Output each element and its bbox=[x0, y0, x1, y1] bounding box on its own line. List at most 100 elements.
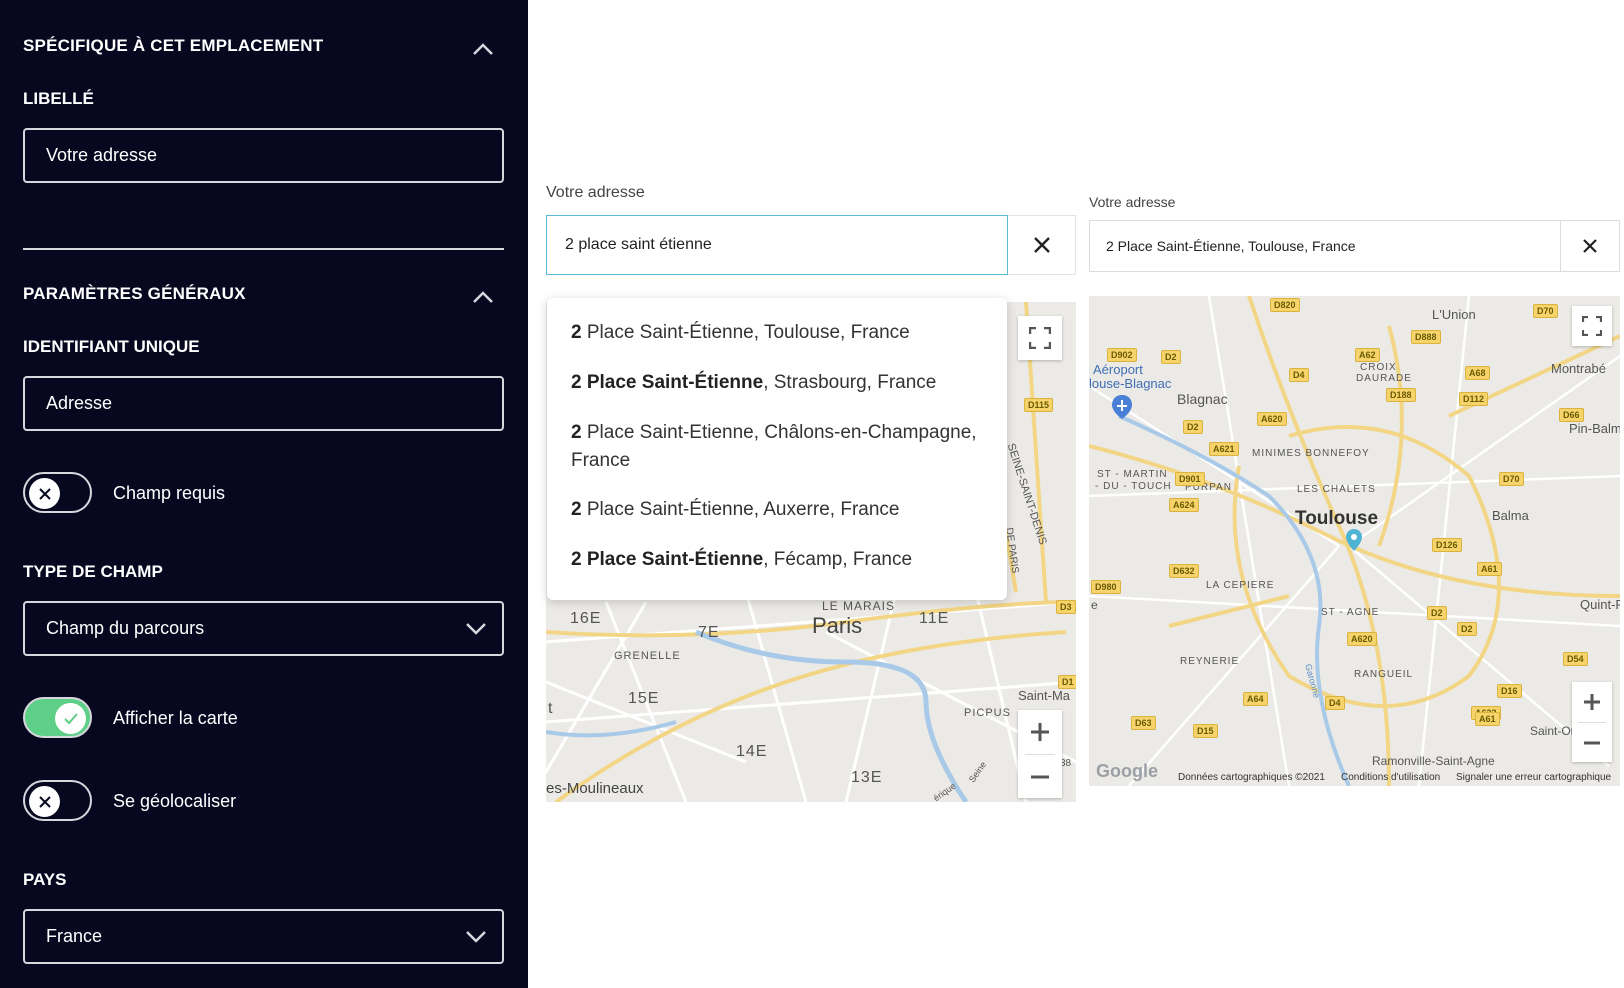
zoom-out-button[interactable] bbox=[1583, 723, 1601, 762]
map-label: ST - MARTIN bbox=[1097, 469, 1168, 480]
chevron-down-icon bbox=[450, 930, 502, 944]
suggestion-item[interactable]: 2 Place Saint-Etienne, Châlons-en-Champa… bbox=[571, 419, 989, 475]
afficher-carte-toggle[interactable] bbox=[23, 697, 92, 738]
map-label: Aéroport bbox=[1093, 362, 1143, 377]
geolocaliser-toggle[interactable] bbox=[23, 780, 92, 821]
map-data-credit: Données cartographiques ©2021 bbox=[1178, 772, 1325, 783]
map-label: DAURADE bbox=[1356, 373, 1412, 384]
close-icon bbox=[1583, 239, 1597, 253]
map-label: 13E bbox=[851, 769, 883, 786]
clear-button[interactable] bbox=[1008, 215, 1076, 275]
road-badge: D16 bbox=[1497, 684, 1522, 698]
zoom-controls bbox=[1572, 682, 1612, 762]
road-badge: D902 bbox=[1107, 348, 1137, 362]
afficher-carte-label: Afficher la carte bbox=[113, 708, 238, 728]
road-badge: D188 bbox=[1386, 388, 1416, 402]
toggle-knob bbox=[29, 478, 60, 509]
close-icon bbox=[38, 487, 51, 500]
map-label: louse-Blagnac bbox=[1089, 376, 1172, 391]
suggestion-item[interactable]: 2 Place Saint-Étienne, Toulouse, France bbox=[571, 319, 989, 347]
libelle-input[interactable]: Votre adresse bbox=[23, 128, 504, 183]
map-label: t bbox=[548, 700, 553, 717]
map-label: ST - AGNE bbox=[1321, 607, 1380, 618]
map-label: MINIMES BONNEFOY bbox=[1252, 448, 1370, 459]
road-badge: A61 bbox=[1477, 562, 1502, 576]
suggestions-dropdown: 2 Place Saint-Étienne, Toulouse, France … bbox=[547, 298, 1007, 600]
address-search-input[interactable]: 2 place saint étienne bbox=[546, 215, 1008, 275]
road-badge: D632 bbox=[1169, 564, 1199, 578]
chevron-up-icon[interactable] bbox=[472, 290, 494, 304]
map-label: 11E bbox=[919, 610, 950, 627]
map-label: GRENELLE bbox=[614, 650, 681, 662]
map-label: Blagnac bbox=[1177, 391, 1228, 407]
google-logo: Google bbox=[1096, 761, 1158, 781]
road-badge: D70 bbox=[1533, 304, 1558, 318]
map-toulouse[interactable]: Toulouse Blagnac Aéroport louse-Blagnac … bbox=[1089, 296, 1620, 786]
map-label: Pin-Balm bbox=[1569, 421, 1620, 436]
road-badge: D2 bbox=[1427, 606, 1447, 620]
identifiant-label: IDENTIFIANT UNIQUE bbox=[23, 337, 200, 356]
map-label: PICPUS bbox=[964, 707, 1011, 719]
identifiant-input[interactable]: Adresse bbox=[23, 376, 504, 431]
suggestion-item[interactable]: 2 Place Saint-Étienne, Strasbourg, Franc… bbox=[571, 369, 989, 397]
road-badge: A620 bbox=[1257, 412, 1287, 426]
map-label: 14E bbox=[736, 743, 768, 760]
map-label-city: Toulouse bbox=[1295, 508, 1379, 529]
map-terms-link[interactable]: Conditions d'utilisation bbox=[1341, 772, 1440, 783]
road-badge: A64 bbox=[1243, 692, 1268, 706]
chevron-up-icon[interactable] bbox=[472, 42, 494, 56]
fullscreen-icon bbox=[1582, 316, 1602, 336]
road-badge: D15 bbox=[1193, 724, 1218, 738]
pays-select[interactable]: France bbox=[23, 909, 504, 964]
road-badge: D63 bbox=[1131, 716, 1156, 730]
toggle-knob bbox=[29, 786, 60, 817]
road-badge: D2 bbox=[1161, 350, 1181, 364]
suggestion-item[interactable]: 2 Place Saint-Étienne, Fécamp, France bbox=[571, 546, 989, 574]
plus-icon bbox=[1584, 694, 1600, 710]
map-label: REYNERIE bbox=[1180, 656, 1240, 667]
address-search-value: 2 place saint étienne bbox=[565, 236, 712, 253]
type-champ-select[interactable]: Champ du parcours bbox=[23, 601, 504, 656]
libelle-input-value: Votre adresse bbox=[46, 145, 158, 165]
map-label-city: Paris bbox=[812, 613, 863, 638]
address-label: Votre adresse bbox=[1089, 194, 1176, 210]
fullscreen-button[interactable] bbox=[1572, 306, 1612, 346]
identifiant-input-value: Adresse bbox=[46, 393, 113, 413]
close-icon bbox=[38, 795, 51, 808]
map-report-link[interactable]: Signaler une erreur cartographique bbox=[1456, 772, 1611, 783]
road-badge: A621 bbox=[1209, 442, 1239, 456]
map-label: 16E bbox=[570, 610, 602, 627]
map-label: LES CHALETS bbox=[1297, 484, 1376, 495]
road-badge: A620 bbox=[1347, 632, 1377, 646]
minus-icon bbox=[1584, 741, 1600, 744]
map-label: RANGUEIL bbox=[1354, 669, 1414, 680]
road-badge: D115 bbox=[1024, 398, 1054, 412]
road-badge: D2 bbox=[1457, 622, 1477, 636]
champ-requis-toggle[interactable] bbox=[23, 472, 92, 513]
section-title-location: SPÉCIFIQUE À CET EMPLACEMENT bbox=[23, 36, 324, 55]
road-badge: D54 bbox=[1563, 652, 1588, 666]
map-label: CROIX bbox=[1360, 362, 1397, 373]
settings-sidebar: SPÉCIFIQUE À CET EMPLACEMENT LIBELLÉ Vot… bbox=[0, 0, 528, 988]
road-badge: A624 bbox=[1169, 498, 1199, 512]
toggle-knob bbox=[55, 703, 86, 734]
address-label: Votre adresse bbox=[546, 184, 645, 201]
zoom-out-button[interactable] bbox=[1030, 755, 1050, 798]
check-icon bbox=[63, 712, 78, 724]
close-icon bbox=[1033, 237, 1050, 253]
fullscreen-button[interactable] bbox=[1018, 316, 1062, 360]
map-label: LE MARAIS bbox=[822, 599, 896, 613]
road-badge: D112 bbox=[1459, 392, 1489, 406]
pays-value: France bbox=[46, 926, 103, 946]
clear-button[interactable] bbox=[1561, 220, 1620, 272]
map-label: L'Union bbox=[1432, 307, 1476, 322]
zoom-in-button[interactable] bbox=[1030, 710, 1050, 754]
suggestion-item[interactable]: 2 Place Saint-Étienne, Auxerre, France bbox=[571, 496, 989, 524]
road-badge: A62 bbox=[1355, 348, 1380, 362]
section-divider bbox=[23, 248, 504, 250]
road-badge: D4 bbox=[1325, 696, 1345, 710]
road-badge: D2 bbox=[1183, 420, 1203, 434]
address-input[interactable]: 2 Place Saint-Étienne, Toulouse, France bbox=[1089, 220, 1561, 272]
road-badge: D126 bbox=[1432, 538, 1462, 552]
zoom-in-button[interactable] bbox=[1583, 682, 1601, 722]
